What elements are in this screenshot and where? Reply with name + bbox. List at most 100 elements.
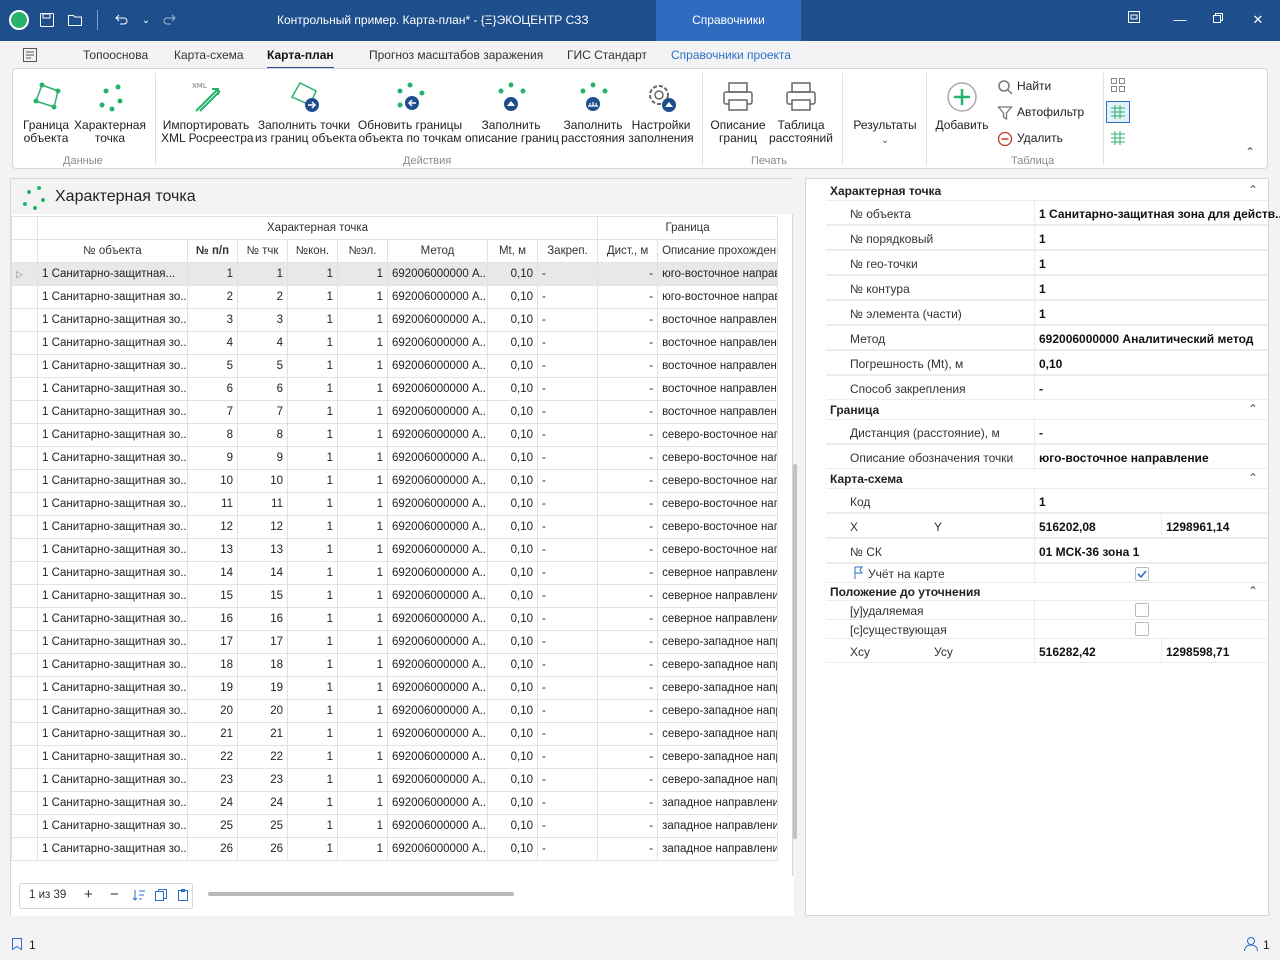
table-cell[interactable]: 18: [187, 653, 238, 677]
table-cell[interactable]: восточное направление: [657, 400, 779, 424]
table-cell[interactable]: 1 Санитарно-защитная зо...: [37, 653, 188, 677]
table-cell[interactable]: 692006000000 А...: [387, 469, 488, 493]
column-header[interactable]: Метод: [387, 239, 488, 263]
paste-icon[interactable]: [176, 888, 190, 905]
prop-row[interactable]: Дистанция (расстояние), м -: [826, 419, 1268, 444]
table-cell[interactable]: -: [536, 423, 599, 447]
table-cell[interactable]: 14: [187, 561, 238, 585]
table-cell[interactable]: западное направление: [657, 791, 779, 815]
table-cell[interactable]: 5: [237, 354, 288, 378]
chevron-up-icon[interactable]: ⌃: [1248, 402, 1258, 416]
table-cell[interactable]: -: [597, 377, 659, 401]
table-cell[interactable]: северное направление: [657, 584, 779, 608]
table-cell[interactable]: -: [536, 262, 599, 286]
table-cell[interactable]: 1 Санитарно-защитная зо...: [37, 446, 188, 470]
table-cell[interactable]: 692006000000 А...: [387, 837, 488, 861]
table-cell[interactable]: -: [536, 377, 599, 401]
row-indicator[interactable]: [11, 515, 38, 539]
table-cell[interactable]: -: [597, 285, 659, 309]
prop-row[interactable]: № контура 1: [826, 275, 1268, 300]
table-cell[interactable]: 1: [337, 768, 388, 792]
table-cell[interactable]: 4: [187, 331, 238, 355]
table-cell[interactable]: 692006000000 А...: [387, 423, 488, 447]
table-cell[interactable]: 1: [287, 354, 338, 378]
table-cell[interactable]: 1: [337, 630, 388, 654]
table-cell[interactable]: северо-восточное напр: [657, 423, 779, 447]
table-row[interactable]: 1 Санитарно-защитная зо... 20 20 1 1 69200600…: [11, 699, 779, 723]
prop-row-sk[interactable]: № СК 01 МСК-36 зона 1: [826, 538, 1268, 563]
column-header[interactable]: №кон.: [287, 239, 338, 263]
table-cell[interactable]: -: [597, 584, 659, 608]
table-cell[interactable]: 692006000000 А...: [387, 354, 488, 378]
table-cell[interactable]: 18: [237, 653, 288, 677]
vertical-scrollbar[interactable]: [793, 464, 797, 839]
table-cell[interactable]: 1 Санитарно-защитная зо...: [37, 538, 188, 562]
chevron-up-icon[interactable]: ⌃: [1248, 584, 1258, 598]
table-row[interactable]: 1 Санитарно-защитная зо... 3 3 1 1 6920060000…: [11, 308, 779, 332]
tab-project-references[interactable]: Справочники проекта: [671, 48, 791, 62]
table-cell[interactable]: 692006000000 А...: [387, 285, 488, 309]
table-cell[interactable]: -: [597, 837, 659, 861]
table-cell[interactable]: юго-восточное направле: [657, 285, 779, 309]
table-row[interactable]: 1 Санитарно-защитная зо... 24 24 1 1 69200600…: [11, 791, 779, 815]
table-cell[interactable]: северо-западное напр: [657, 768, 779, 792]
table-row[interactable]: 1 Санитарно-защитная зо... 2 2 1 1 6920060000…: [11, 285, 779, 309]
context-tab-references[interactable]: Справочники: [656, 0, 801, 41]
table-cell[interactable]: 1 Санитарно-защитная зо...: [37, 768, 188, 792]
table-cell[interactable]: 1: [237, 262, 288, 286]
prop-row[interactable]: № объекта 1 Санитарно-защитная зона для д…: [826, 200, 1280, 225]
row-indicator[interactable]: [11, 423, 38, 447]
row-indicator[interactable]: [11, 354, 38, 378]
table-cell[interactable]: -: [597, 308, 659, 332]
table-cell[interactable]: 23: [237, 768, 288, 792]
table-cell[interactable]: 0,10: [487, 607, 538, 631]
table-cell[interactable]: северо-восточное напр: [657, 515, 779, 539]
table-cell[interactable]: -: [597, 791, 659, 815]
table-row[interactable]: 1 Санитарно-защитная зо... 17 17 1 1 69200600…: [11, 630, 779, 654]
prop-row-xy[interactable]: X Y 516202,08 1298961,14: [826, 513, 1268, 538]
column-header[interactable]: Mt, м: [487, 239, 538, 263]
row-indicator[interactable]: [11, 653, 38, 677]
table-cell[interactable]: 692006000000 А...: [387, 538, 488, 562]
prop-row-removed[interactable]: [у]удаляемая: [826, 600, 1268, 620]
table-cell[interactable]: 1 Санитарно-защитная зо...: [37, 423, 188, 447]
table-row[interactable]: 1 Санитарно-защитная зо... 22 22 1 1 69200600…: [11, 745, 779, 769]
table-cell[interactable]: 7: [187, 400, 238, 424]
results-dropdown[interactable]: Результаты ⌄: [847, 119, 923, 147]
table-cell[interactable]: 1: [287, 308, 338, 332]
table-cell[interactable]: 1 Санитарно-защитная зо...: [37, 400, 188, 424]
table-cell[interactable]: 1 Санитарно-защитная зо...: [37, 722, 188, 746]
add-row-icon[interactable]: +: [84, 886, 93, 903]
table-cell[interactable]: 26: [187, 837, 238, 861]
table-cell[interactable]: 3: [237, 308, 288, 332]
table-row[interactable]: 1 Санитарно-защитная зо... 15 15 1 1 69200600…: [11, 584, 779, 608]
table-cell[interactable]: 1 Санитарно-защитная зо...: [37, 285, 188, 309]
table-cell[interactable]: 1: [337, 791, 388, 815]
bookmark-icon[interactable]: [11, 937, 23, 951]
table-cell[interactable]: 692006000000 А...: [387, 814, 488, 838]
table-cell[interactable]: 692006000000 А...: [387, 584, 488, 608]
table-cell[interactable]: 1 Санитарно-защитная зо...: [37, 814, 188, 838]
characteristic-point-button[interactable]: Характерная точка: [73, 79, 147, 145]
table-cell[interactable]: 692006000000 А...: [387, 377, 488, 401]
column-header[interactable]: Описание прохождения г: [657, 239, 779, 263]
table-cell[interactable]: 1: [287, 630, 338, 654]
table-cell[interactable]: 692006000000 А...: [387, 768, 488, 792]
row-indicator[interactable]: [11, 768, 38, 792]
table-cell[interactable]: 13: [187, 538, 238, 562]
print-distances-button[interactable]: Таблица расстояний: [769, 79, 833, 145]
table-cell[interactable]: 1: [287, 561, 338, 585]
table-cell[interactable]: 1 Санитарно-защитная зо...: [37, 469, 188, 493]
collapse-ribbon-icon[interactable]: ⌃: [1245, 145, 1255, 159]
user-icon[interactable]: [1243, 936, 1259, 952]
table-cell[interactable]: -: [536, 791, 599, 815]
copy-icon[interactable]: [154, 888, 168, 905]
table-cell[interactable]: 21: [237, 722, 288, 746]
table-cell[interactable]: -: [597, 492, 659, 516]
prop-row[interactable]: Погрешность (Mt), м 0,10: [826, 350, 1268, 375]
table-cell[interactable]: 1 Санитарно-защитная зо...: [37, 331, 188, 355]
table-cell[interactable]: 692006000000 А...: [387, 745, 488, 769]
table-cell[interactable]: 692006000000 А...: [387, 308, 488, 332]
column-header[interactable]: Дист., м: [597, 239, 659, 263]
column-header[interactable]: Закреп.: [536, 239, 599, 263]
